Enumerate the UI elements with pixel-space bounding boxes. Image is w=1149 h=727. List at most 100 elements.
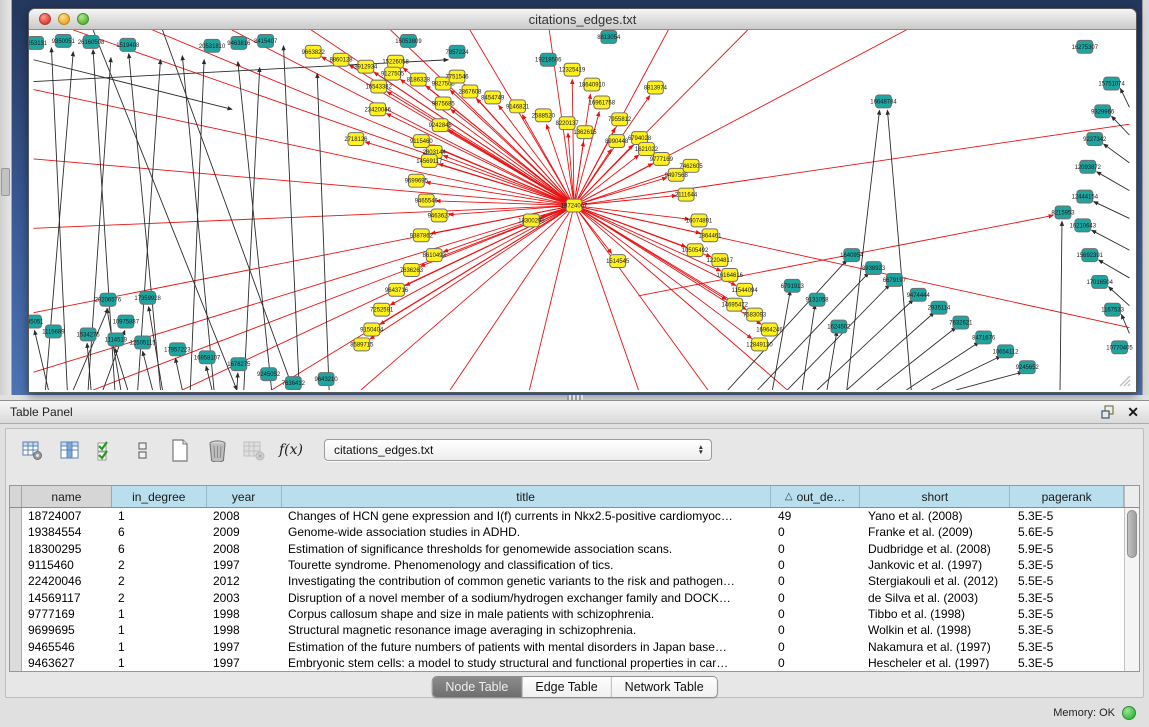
cell-title[interactable]: Estimation of significance thresholds fo… [282, 542, 772, 556]
cell-in_degree[interactable]: 2 [112, 574, 207, 588]
cell-out_degree[interactable]: 0 [772, 656, 862, 670]
cell-pagerank[interactable]: 5.3E-5 [1012, 623, 1126, 637]
network-node[interactable]: 8938923 [862, 262, 886, 275]
network-edge[interactable] [182, 56, 214, 390]
cell-short[interactable]: Hescheler et al. (1997) [862, 656, 1012, 670]
cell-name[interactable]: 18724007 [22, 509, 112, 523]
citation-edge[interactable] [436, 201, 574, 206]
network-node[interactable]: 9643210 [315, 373, 339, 386]
cell-in_degree[interactable]: 1 [112, 656, 207, 670]
citation-edge[interactable] [574, 155, 639, 205]
table-row[interactable]: 1456911722003Disruption of a novel membe… [10, 589, 1139, 605]
network-edge[interactable] [190, 60, 204, 390]
network-node[interactable]: 9150404 [360, 323, 384, 336]
network-node[interactable]: 19218506 [535, 53, 562, 66]
cell-name[interactable]: 22420046 [22, 574, 112, 588]
cell-in_degree[interactable]: 2 [112, 558, 207, 572]
network-node[interactable]: 7252591 [370, 303, 394, 316]
scrollbar-thumb[interactable] [1127, 510, 1137, 558]
network-node[interactable]: 15226058 [382, 55, 409, 68]
cell-short[interactable]: Dudbridge et al. (2008) [862, 542, 1012, 556]
network-edge[interactable] [34, 60, 232, 110]
network-node[interactable]: 12444154 [1072, 190, 1099, 203]
citation-edge[interactable] [529, 206, 574, 390]
cell-pagerank[interactable]: 5.9E-5 [1012, 542, 1126, 556]
table-selector-dropdown[interactable]: citations_edges.txt ▲▼ [324, 439, 712, 461]
network-node[interactable]: 7955812 [608, 113, 631, 126]
network-node[interactable]: 9350051 [52, 34, 76, 47]
select-columns-button[interactable] [94, 438, 118, 462]
network-node[interactable]: 9131058 [805, 293, 829, 306]
citation-edge[interactable] [477, 99, 574, 206]
cell-year[interactable]: 2008 [207, 509, 282, 523]
cell-pagerank[interactable]: 5.6E-5 [1012, 525, 1126, 539]
row-mode-button[interactable] [131, 438, 155, 462]
table-row[interactable]: 946362711997Embryonic stem cells: a mode… [10, 655, 1139, 671]
network-node[interactable]: 16053809 [395, 34, 422, 47]
network-node[interactable]: 12849120 [746, 338, 773, 351]
cell-in_degree[interactable]: 1 [112, 623, 207, 637]
tab-edge-table[interactable]: Edge Table [522, 677, 611, 697]
cell-title[interactable]: Disruption of a novel member of a sodium… [282, 591, 772, 605]
minimize-window-button[interactable] [58, 13, 70, 25]
network-node[interactable]: 14695472 [722, 298, 748, 311]
network-node[interactable]: 1115689 [42, 325, 65, 338]
cell-name[interactable]: 14569117 [22, 591, 112, 605]
zoom-window-button[interactable] [77, 13, 89, 25]
table-row[interactable]: 946554611997Estimation of the future num… [10, 638, 1139, 654]
network-node[interactable]: 2867608 [458, 85, 482, 98]
function-builder-button[interactable]: f(x) [279, 438, 303, 462]
network-node[interactable]: 9875685 [432, 97, 456, 110]
network-node[interactable]: 16543382 [365, 80, 391, 93]
delete-table-button[interactable] [242, 438, 266, 462]
network-node[interactable]: 18640910 [579, 78, 606, 91]
cell-pagerank[interactable]: 5.3E-5 [1012, 640, 1126, 654]
window-resize-grip[interactable] [1118, 374, 1131, 387]
network-edge[interactable] [35, 330, 49, 390]
network-node[interactable]: 1362615 [573, 126, 597, 139]
network-node[interactable]: 9146821 [506, 100, 530, 113]
column-header-in_degree[interactable]: in_degree [112, 486, 207, 507]
network-node[interactable]: 7857224 [445, 45, 469, 58]
network-node[interactable]: 26160508 [78, 35, 105, 48]
tab-node-table[interactable]: Node Table [432, 677, 522, 697]
citation-edge[interactable] [450, 206, 574, 390]
network-edge[interactable] [1092, 230, 1130, 250]
network-node[interactable]: 9699695 [405, 174, 429, 187]
network-edge[interactable] [847, 313, 934, 390]
citation-edge[interactable] [430, 145, 574, 206]
citation-edge[interactable] [390, 206, 574, 305]
network-node[interactable]: 1534275 [77, 328, 101, 341]
network-edge[interactable] [906, 342, 978, 390]
network-node[interactable]: 12325419 [559, 63, 586, 76]
network-node[interactable]: 8912934 [354, 60, 378, 73]
float-panel-icon[interactable] [1101, 405, 1115, 419]
cell-name[interactable]: 18300295 [22, 542, 112, 556]
network-node[interactable]: 8589715 [350, 338, 374, 351]
network-node[interactable]: 12204817 [707, 254, 733, 267]
network-node[interactable]: 8813054 [597, 30, 621, 43]
network-node[interactable]: 7462605 [680, 159, 704, 172]
network-edge[interactable] [877, 328, 956, 390]
network-node[interactable]: 16210643 [1070, 219, 1097, 232]
cell-name[interactable]: 9699695 [22, 623, 112, 637]
network-edge[interactable] [1121, 89, 1130, 108]
network-edge[interactable] [73, 309, 108, 390]
network-edge[interactable] [175, 358, 182, 390]
network-edge[interactable] [887, 110, 911, 390]
citation-edge[interactable] [34, 90, 574, 206]
network-node[interactable]: 2718126 [344, 133, 368, 146]
cell-title[interactable]: Corpus callosum shape and size in male p… [282, 607, 772, 621]
cell-title[interactable]: Estimation of the future numbers of pati… [282, 640, 772, 654]
cell-year[interactable]: 2003 [207, 591, 282, 605]
network-node[interactable]: 1167533 [1101, 303, 1124, 316]
column-header-short[interactable]: short [860, 486, 1010, 507]
network-node[interactable]: 8610493 [423, 249, 447, 262]
network-node[interactable]: 2111644 [675, 188, 698, 201]
table-row[interactable]: 911546021997Tourette syndrome. Phenomeno… [10, 557, 1139, 573]
cell-out_degree[interactable]: 49 [772, 509, 862, 523]
network-node[interactable]: 9465546 [415, 194, 439, 207]
cell-title[interactable]: Changes of HCN gene expression and I(f) … [282, 509, 772, 523]
network-node[interactable]: 8220137 [556, 117, 579, 130]
right-panel-divider[interactable] [1142, 0, 1149, 395]
